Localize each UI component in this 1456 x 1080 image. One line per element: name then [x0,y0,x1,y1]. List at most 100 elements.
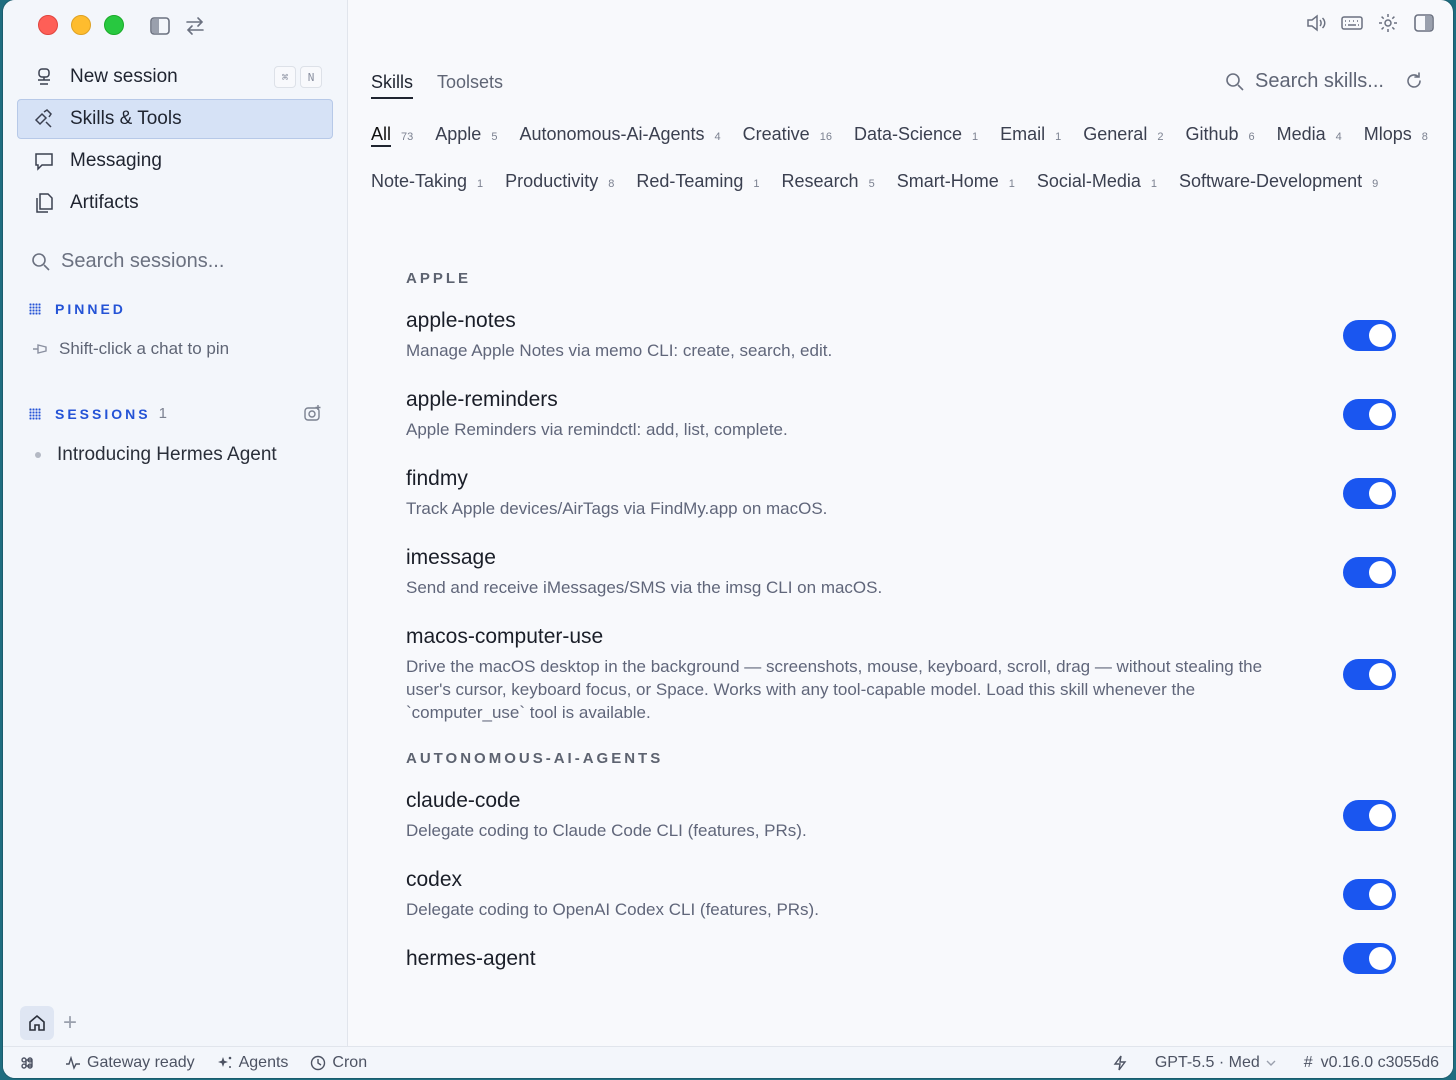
skills-tools-icon [32,107,56,131]
filter-chip[interactable]: Smart-Home 1 [897,171,1015,195]
agents-label: Agents [238,1053,289,1071]
refresh-icon[interactable] [1404,71,1424,96]
new-chat-icon[interactable] [303,404,325,424]
tab-toolsets[interactable]: Toolsets [437,72,503,99]
speaker-icon[interactable] [1305,12,1327,34]
pin-hint-text: Shift-click a chat to pin [59,339,230,358]
sidebar-toggle-icon[interactable] [149,15,171,37]
keyboard-icon[interactable] [1341,12,1363,34]
filter-count: 6 [1248,131,1255,143]
skill-name: apple-reminders [406,388,558,411]
filter-chip[interactable]: Github 6 [1185,124,1254,148]
filter-chip[interactable]: Apple 5 [435,124,497,148]
filter-chip[interactable]: Social-Media 1 [1037,171,1157,195]
skill-row: apple-reminders Apple Reminders via remin… [406,388,1406,441]
cron-button[interactable]: Cron [310,1054,367,1072]
filter-chip[interactable]: Autonomous-Ai-Agents 4 [519,124,720,148]
filter-chip[interactable]: General 2 [1083,124,1163,148]
grid-icon [29,407,41,420]
skill-name: claude-code [406,789,521,812]
filter-chip[interactable]: Note-Taking 1 [371,171,483,195]
add-tab-button[interactable]: + [63,1008,77,1038]
gateway-status[interactable]: Gateway ready [65,1054,195,1072]
skill-toggle[interactable] [1343,319,1396,351]
grid-icon [29,303,41,315]
nav-skills-tools[interactable]: Skills & Tools [17,99,333,139]
model-selector[interactable]: GPT-5.5 · Med [1155,1054,1282,1072]
skill-row: apple-notes Manage Apple Notes via memo C… [406,309,1406,362]
filter-count: 4 [714,131,721,143]
filter-label: Data-Science [853,124,963,144]
sessions-title: SESSIONS [55,405,151,422]
skill-toggle[interactable] [1343,943,1396,974]
filter-label: Media [1276,124,1326,144]
filter-count: 4 [1335,131,1342,143]
nav-messaging[interactable]: Messaging [17,141,333,181]
filter-label: Social-Media [1036,171,1141,191]
skill-toggle[interactable] [1343,878,1396,910]
filter-label: Note-Taking [371,171,468,191]
skill-description: Delegate coding to OpenAI Codex CLI (fea… [406,900,819,919]
filter-label: Red-Teaming [636,171,744,191]
nav-new-session[interactable]: New session ⌘ N [17,57,333,97]
filter-count: 1 [972,131,979,143]
filter-chip[interactable]: Email 1 [1000,124,1061,148]
pinned-title: PINNED [55,301,126,317]
version-label: v0.16.0 c3055d6 [1320,1053,1439,1071]
settings-gear-icon[interactable] [1377,12,1399,34]
skill-toggle[interactable] [1343,556,1396,588]
filter-chip[interactable]: Productivity 8 [505,171,614,195]
command-icon[interactable] [21,1055,43,1071]
version-info: # v0.16.0 c3055d6 [1304,1054,1439,1072]
filter-count: 5 [491,131,498,143]
skill-category: AUTONOMOUS-AI-AGENTS claude-code Delegate … [406,750,1406,974]
filter-chip[interactable]: Red-Teaming 1 [636,171,759,195]
filter-count: 5 [868,178,875,190]
filter-label: Apple [435,124,482,144]
filter-chip[interactable]: Data-Science 1 [854,124,978,148]
filter-chip[interactable]: Research 5 [782,171,875,195]
right-panel-icon[interactable] [1413,12,1435,34]
swap-icon[interactable] [184,15,206,37]
toolbar-icons [1305,12,1435,34]
window-controls [38,15,124,35]
minimize-window-button[interactable] [71,15,91,35]
session-item[interactable]: Introducing Hermes Agent [35,444,277,466]
main-tabs: Skills Toolsets [371,72,503,99]
gateway-status-label: Gateway ready [87,1053,195,1071]
skill-row: codex Delegate coding to OpenAI Codex CLI… [406,868,1406,921]
filter-chip[interactable]: Software-Development 9 [1179,171,1378,195]
skill-description: Drive the macOS desktop in the backgroun… [406,657,1263,722]
filter-count: 1 [753,178,760,190]
skill-toggle[interactable] [1343,477,1396,509]
search-sessions-placeholder: Search sessions... [61,250,225,272]
close-window-button[interactable] [38,15,58,35]
filter-label: Autonomous-Ai-Agents [519,124,705,144]
skill-description: Track Apple devices/AirTags via FindMy.a… [406,499,828,518]
search-skills-input[interactable]: Search skills... [1225,70,1384,93]
skill-name: codex [406,868,463,891]
nav-label: Skills & Tools [70,108,182,129]
home-button[interactable] [20,1006,54,1040]
search-sessions-input[interactable]: Search sessions... [31,250,224,273]
filter-count: 8 [608,178,615,190]
nav-artifacts[interactable]: Artifacts [17,183,333,223]
skill-row: hermes-agent [406,943,1406,974]
skill-description: Delegate coding to Claude Code CLI (feat… [406,821,807,840]
filter-chip[interactable]: All 73 [371,124,413,148]
skill-toggle[interactable] [1343,799,1396,831]
home-icon [29,1014,45,1031]
session-title: Introducing Hermes Agent [57,444,277,465]
filter-chip[interactable]: Creative 16 [743,124,832,148]
skill-toggle[interactable] [1343,398,1396,430]
tab-skills[interactable]: Skills [371,72,414,99]
filter-chip[interactable]: Mlops 8 [1364,124,1428,148]
chevron-down-icon [1266,1060,1276,1066]
skill-toggle[interactable] [1343,658,1396,690]
skills-list: APPLE apple-notes Manage Apple Notes via m… [406,270,1406,997]
filter-chip[interactable]: Media 4 [1277,124,1342,148]
agents-button[interactable]: Agents [217,1053,289,1072]
sidebar-nav: New session ⌘ N Skills & Tools Messaging [17,57,333,225]
lightning-icon[interactable] [1113,1055,1133,1071]
zoom-window-button[interactable] [104,15,124,35]
